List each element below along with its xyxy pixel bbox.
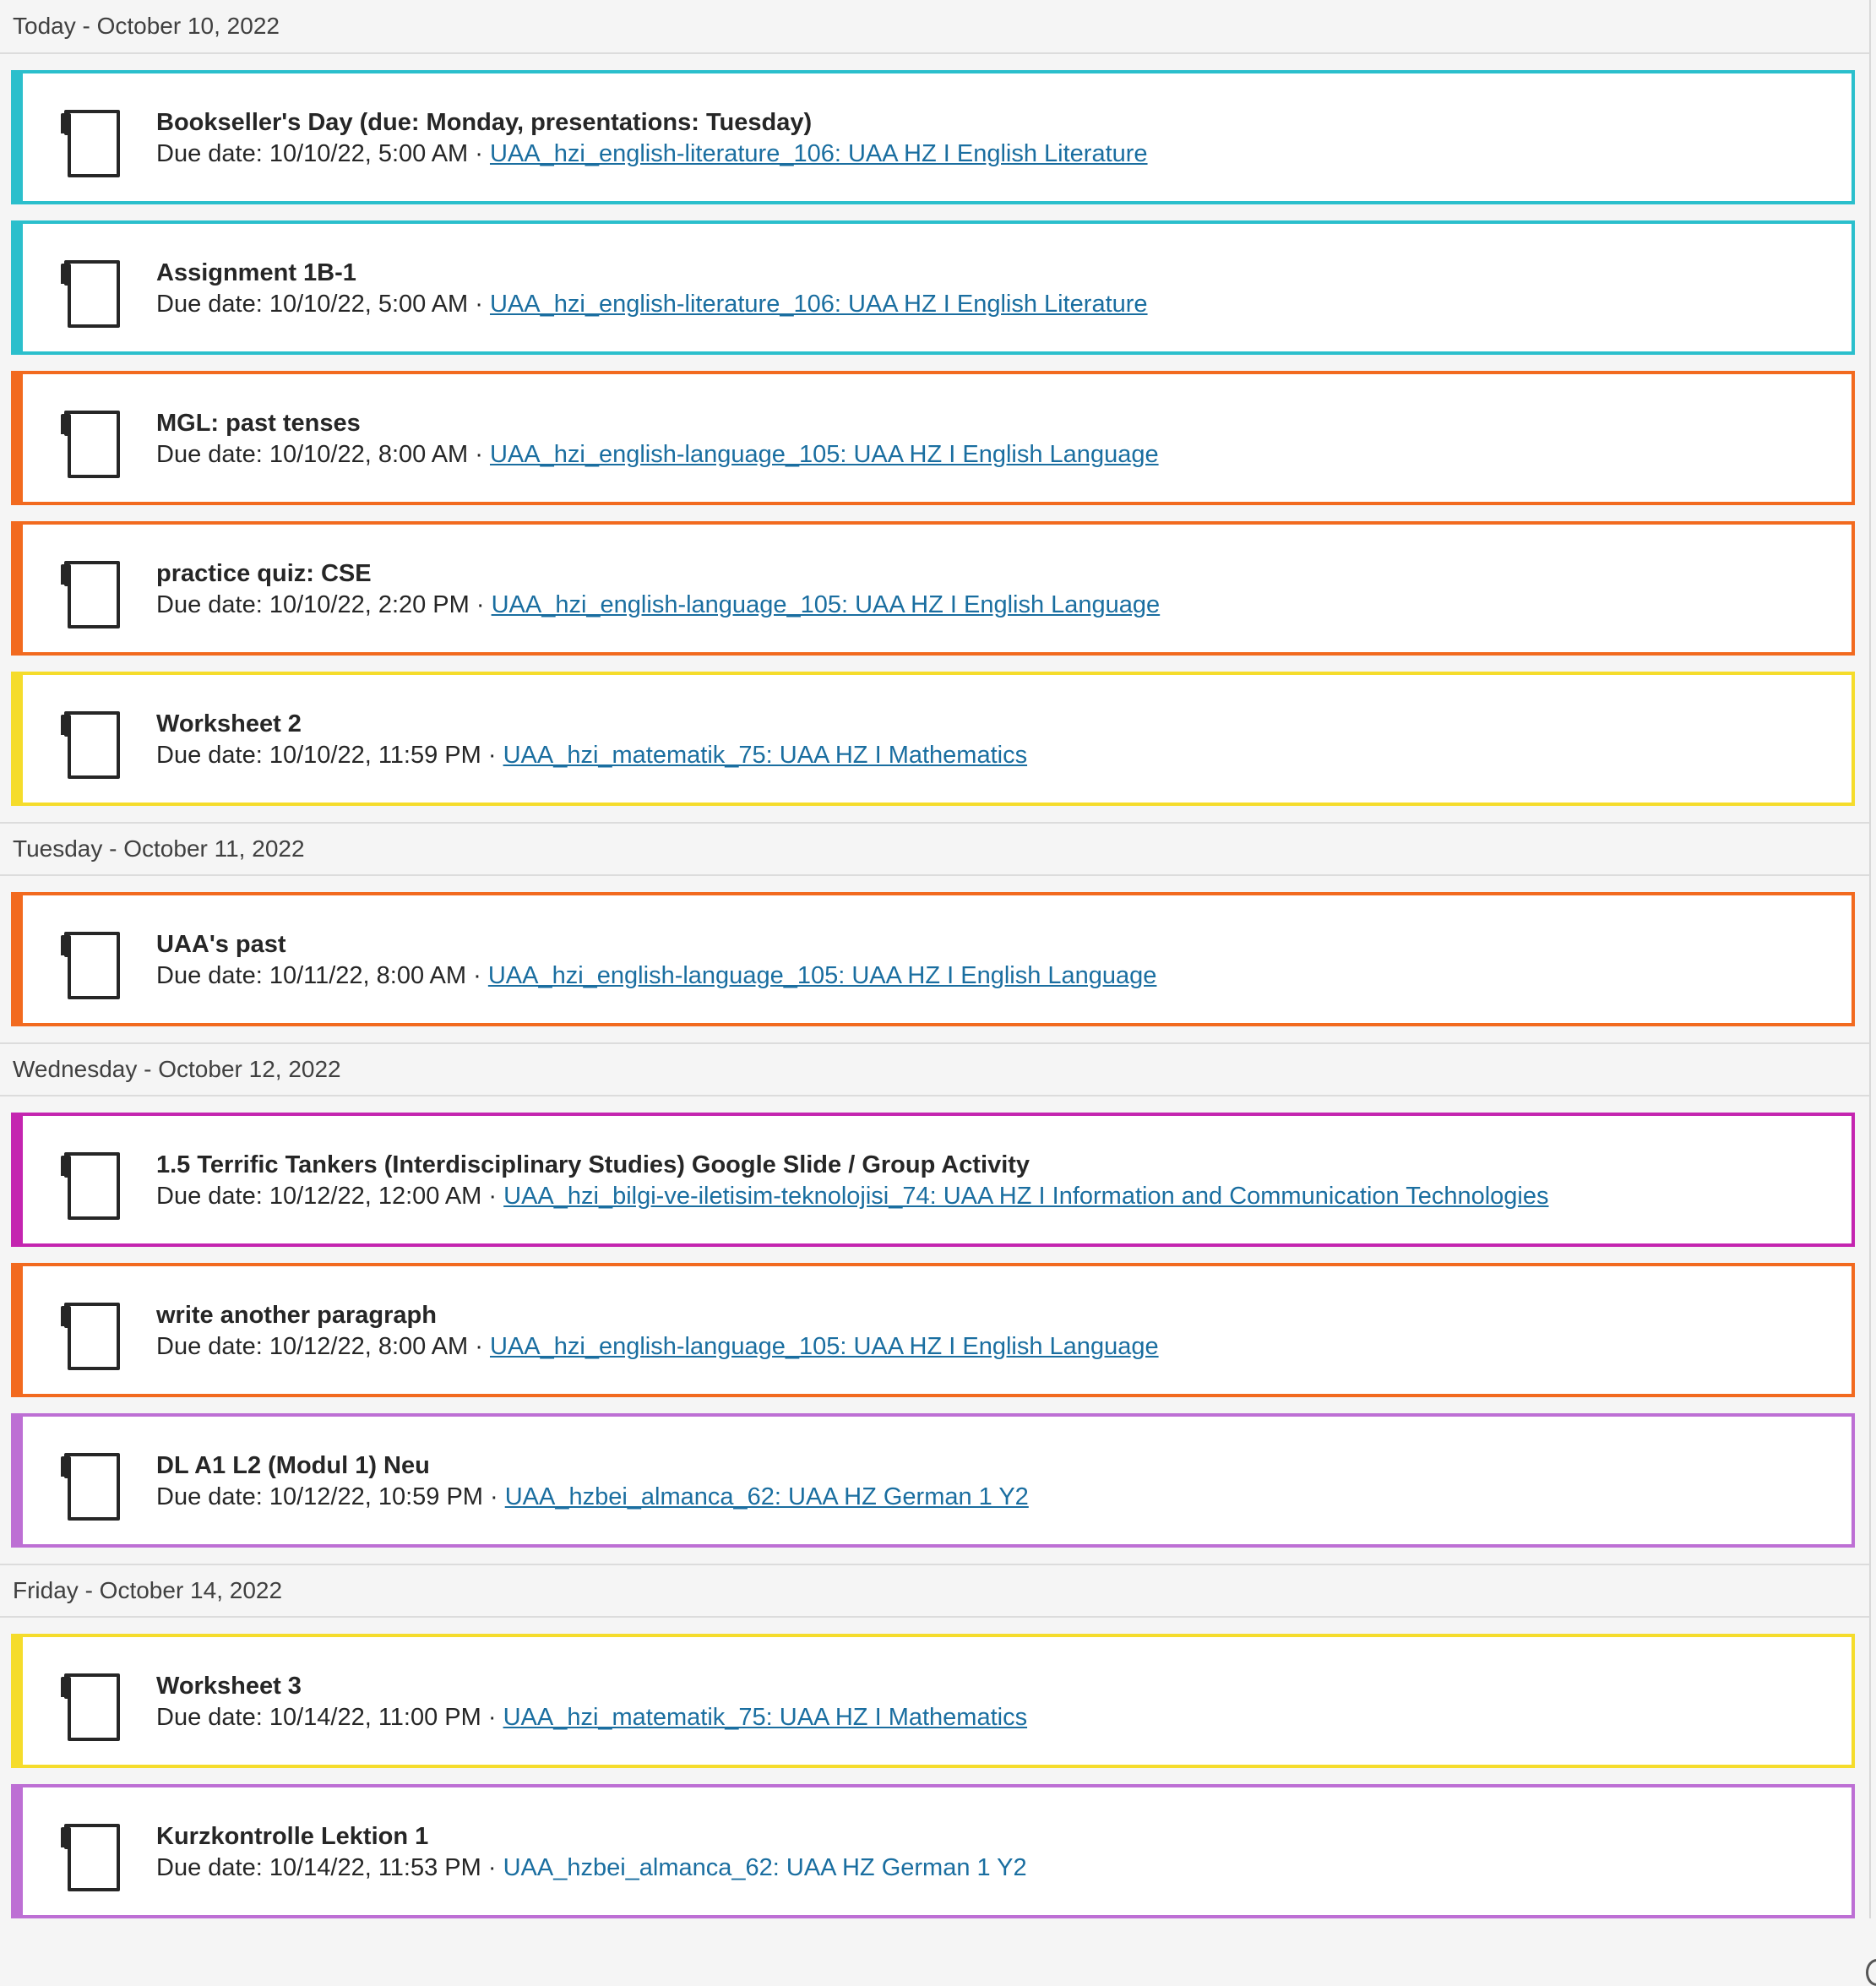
assignment-card[interactable]: DL A1 L2 (Modul 1) Neu Due date: 10/12/2… xyxy=(11,1413,1855,1548)
assignment-icon xyxy=(61,1453,120,1521)
assignment-card[interactable]: Worksheet 2 Due date: 10/10/22, 11:59 PM… xyxy=(11,672,1855,806)
due-date: Due date: 10/10/22, 11:59 PM · xyxy=(156,742,503,769)
assignment-icon xyxy=(61,932,120,999)
assignment-icon xyxy=(61,711,120,779)
assignment-card[interactable]: Kurzkontrolle Lektion 1 Due date: 10/14/… xyxy=(11,1784,1855,1918)
due-date: Due date: 10/10/22, 8:00 AM · xyxy=(156,441,490,468)
assignment-title[interactable]: UAA's past xyxy=(156,929,1835,960)
course-link[interactable]: UAA_hzi_english-literature_106: UAA HZ I… xyxy=(490,291,1148,318)
due-date: Due date: 10/12/22, 12:00 AM · xyxy=(156,1183,504,1210)
assignment-icon xyxy=(61,561,120,628)
course-link[interactable]: UAA_hzi_english-language_105: UAA HZ I E… xyxy=(492,591,1161,618)
course-link[interactable]: UAA_hzi_matematik_75: UAA HZ I Mathemati… xyxy=(503,742,1028,769)
assignment-card[interactable]: 1.5 Terrific Tankers (Interdisciplinary … xyxy=(11,1113,1855,1247)
day-header: Friday - October 14, 2022 xyxy=(0,1564,1869,1618)
assignment-title[interactable]: 1.5 Terrific Tankers (Interdisciplinary … xyxy=(156,1150,1835,1180)
assignment-card[interactable]: UAA's past Due date: 10/11/22, 8:00 AM ·… xyxy=(11,892,1855,1026)
due-date: Due date: 10/12/22, 10:59 PM · xyxy=(156,1483,505,1510)
assignment-card[interactable]: Assignment 1B-1 Due date: 10/10/22, 5:00… xyxy=(11,220,1855,355)
assignment-title[interactable]: Kurzkontrolle Lektion 1 xyxy=(156,1821,1835,1852)
due-date: Due date: 10/14/22, 11:53 PM · xyxy=(156,1854,503,1881)
day-header: Wednesday - October 12, 2022 xyxy=(0,1042,1869,1096)
assignment-icon xyxy=(61,110,120,177)
assignment-card[interactable]: write another paragraph Due date: 10/12/… xyxy=(11,1263,1855,1397)
course-link[interactable]: UAA_hzi_matematik_75: UAA HZ I Mathemati… xyxy=(503,1704,1028,1731)
course-link[interactable]: UAA_hzi_english-language_105: UAA HZ I E… xyxy=(490,441,1159,468)
partial-circle-icon xyxy=(1866,1959,1876,1986)
course-link[interactable]: UAA_hzi_bilgi-ve-iletisim-teknolojisi_74… xyxy=(503,1183,1548,1210)
assignment-card[interactable]: Bookseller's Day (due: Monday, presentat… xyxy=(11,70,1855,204)
due-date: Due date: 10/11/22, 8:00 AM · xyxy=(156,962,488,989)
course-link[interactable]: UAA_hzi_english-language_105: UAA HZ I E… xyxy=(488,962,1157,989)
assignment-title[interactable]: practice quiz: CSE xyxy=(156,558,1835,589)
assignment-title[interactable]: Worksheet 2 xyxy=(156,709,1835,739)
assignment-icon xyxy=(61,1673,120,1741)
assignment-title[interactable]: Assignment 1B-1 xyxy=(156,258,1835,288)
due-date: Due date: 10/12/22, 8:00 AM · xyxy=(156,1333,490,1360)
course-link[interactable]: UAA_hzi_english-language_105: UAA HZ I E… xyxy=(490,1333,1159,1360)
due-items-list: Today - October 10, 2022 Bookseller's Da… xyxy=(0,0,1871,1918)
assignment-title[interactable]: Bookseller's Day (due: Monday, presentat… xyxy=(156,107,1835,138)
assignment-card[interactable]: practice quiz: CSE Due date: 10/10/22, 2… xyxy=(11,521,1855,656)
day-header: Tuesday - October 11, 2022 xyxy=(0,822,1869,876)
course-link[interactable]: UAA_hzbei_almanca_62: UAA HZ German 1 Y2 xyxy=(505,1483,1029,1510)
assignment-card[interactable]: MGL: past tenses Due date: 10/10/22, 8:0… xyxy=(11,371,1855,505)
assignment-card[interactable]: Worksheet 3 Due date: 10/14/22, 11:00 PM… xyxy=(11,1634,1855,1768)
due-date: Due date: 10/14/22, 11:00 PM · xyxy=(156,1704,503,1731)
assignment-icon xyxy=(61,1152,120,1220)
day-header: Today - October 10, 2022 xyxy=(0,0,1869,54)
assignment-icon xyxy=(61,260,120,328)
assignment-icon xyxy=(61,1824,120,1891)
course-link[interactable]: UAA_hzi_english-literature_106: UAA HZ I… xyxy=(490,140,1148,167)
due-date: Due date: 10/10/22, 5:00 AM · xyxy=(156,140,490,167)
assignment-icon xyxy=(61,1303,120,1370)
due-date: Due date: 10/10/22, 2:20 PM · xyxy=(156,591,492,618)
assignment-title[interactable]: MGL: past tenses xyxy=(156,408,1835,438)
due-date: Due date: 10/10/22, 5:00 AM · xyxy=(156,291,490,318)
assignment-title[interactable]: Worksheet 3 xyxy=(156,1671,1835,1701)
assignment-title[interactable]: DL A1 L2 (Modul 1) Neu xyxy=(156,1450,1835,1481)
assignment-icon xyxy=(61,411,120,478)
course-link[interactable]: UAA_hzbei_almanca_62: UAA HZ German 1 Y2 xyxy=(503,1854,1027,1881)
assignment-title[interactable]: write another paragraph xyxy=(156,1300,1835,1330)
